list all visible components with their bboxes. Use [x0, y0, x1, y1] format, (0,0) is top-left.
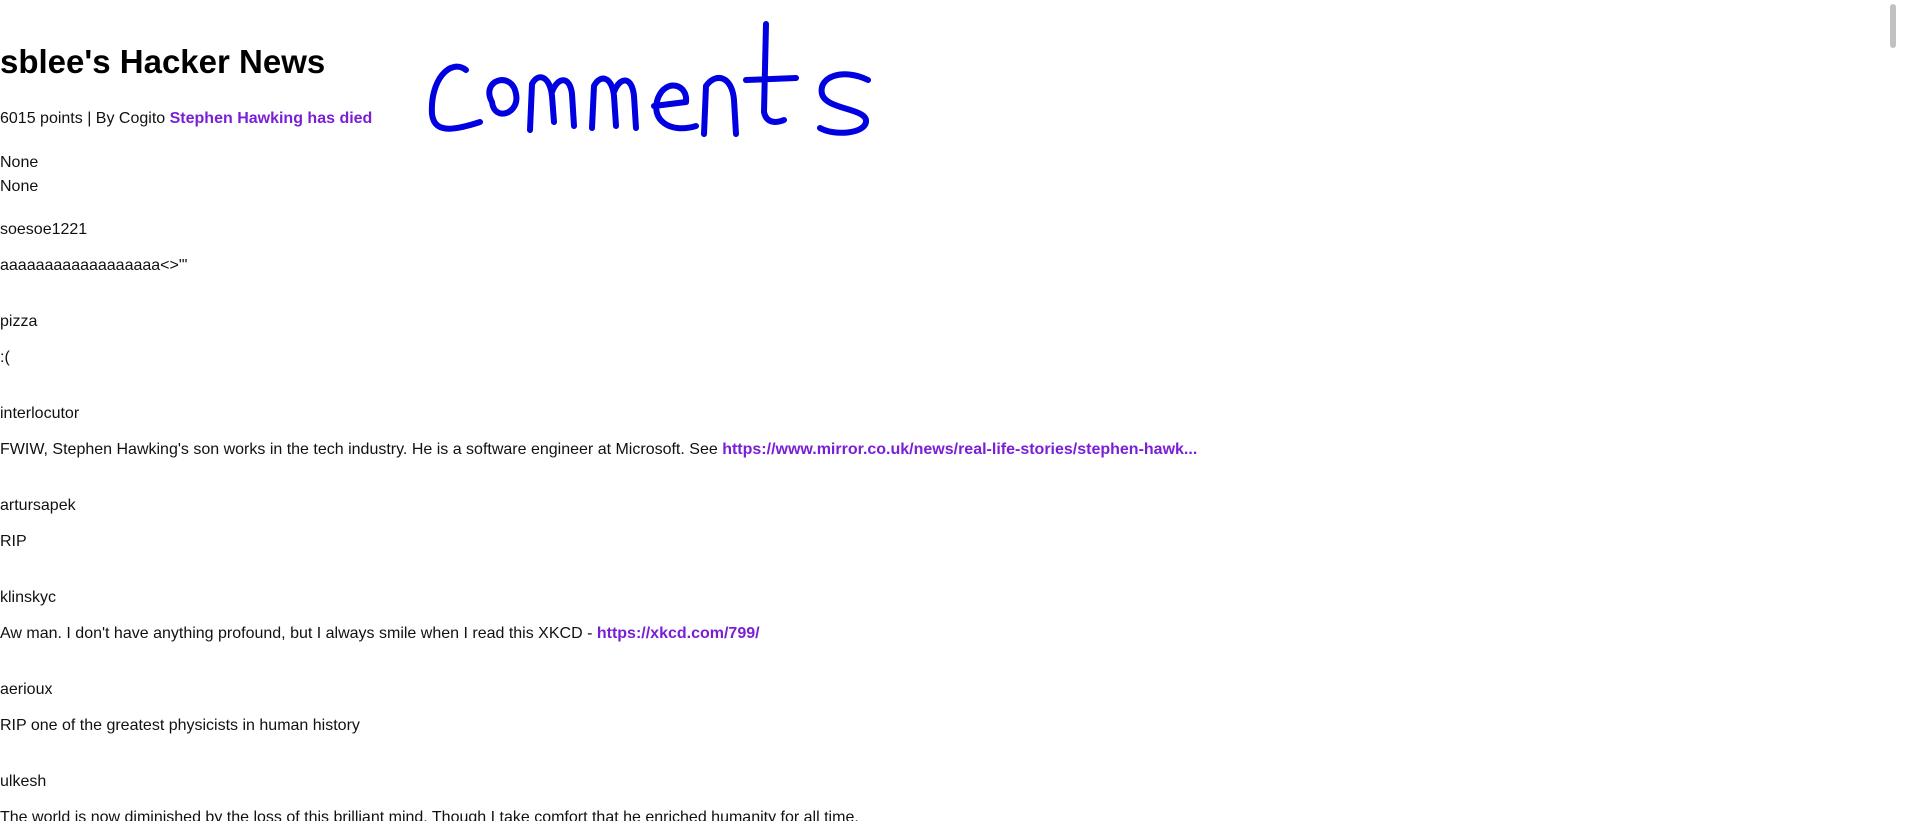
comment-list: soesoe1221 aaaaaaaaaaaaaaaaaa<>"' pizza … — [0, 218, 1880, 821]
comment-link[interactable]: https://xkcd.com/799/ — [597, 625, 760, 642]
comment-author: ulkesh — [0, 773, 47, 790]
scrollbar-thumb[interactable] — [1890, 4, 1896, 48]
comment-author: soesoe1221 — [0, 221, 88, 238]
comment-body: RIP — [0, 533, 27, 550]
story-body-line: None — [0, 178, 39, 195]
comment: pizza :( — [0, 310, 1880, 402]
comment-text: RIP — [0, 530, 27, 554]
story-body: None None — [0, 151, 38, 199]
comment-author: artursapek — [0, 497, 76, 514]
comment: soesoe1221 aaaaaaaaaaaaaaaaaa<>"' — [0, 218, 1880, 310]
by-label: By — [95, 110, 115, 127]
comment-author: interlocutor — [0, 405, 80, 422]
comment-body: RIP one of the greatest physicists in hu… — [0, 717, 360, 734]
comment-body: :( — [0, 349, 10, 366]
page: sblee's Hacker News 6015 points | By Cog… — [0, 0, 1900, 821]
comment: ulkesh The world is now diminished by th… — [0, 770, 1880, 821]
ink-strokes — [428, 21, 871, 137]
comment: interlocutor FWIW, Stephen Hawking's son… — [0, 402, 1880, 494]
comment-link[interactable]: https://www.mirror.co.uk/news/real-life-… — [722, 441, 1197, 458]
comment-body: aaaaaaaaaaaaaaaaaa<>"' — [0, 257, 188, 274]
comment-body: Aw man. I don't have anything profound, … — [0, 625, 597, 642]
story-title-link[interactable]: Stephen Hawking has died — [170, 110, 373, 127]
comment-text: aaaaaaaaaaaaaaaaaa<>"' — [0, 254, 188, 278]
story-body-line: None — [0, 154, 39, 171]
story-points: 6015 points — [0, 110, 83, 127]
handwritten-comments-annotation — [428, 21, 871, 137]
comment-text: FWIW, Stephen Hawking's son works in the… — [0, 438, 1197, 462]
story-meta: 6015 points | By Cogito Stephen Hawking … — [0, 108, 372, 130]
comment-text: RIP one of the greatest physicists in hu… — [0, 714, 360, 738]
comment-text: :( — [0, 346, 10, 370]
comment: artursapek RIP — [0, 494, 1880, 586]
comment-body: The world is now diminished by the loss … — [0, 809, 859, 821]
comment: klinskyc Aw man. I don't have anything p… — [0, 586, 1880, 678]
comment-author: klinskyc — [0, 589, 57, 606]
comment-author: pizza — [0, 313, 38, 330]
vertical-scrollbar[interactable] — [1884, 0, 1900, 821]
story-author: Cogito — [118, 110, 166, 127]
comment-text: Aw man. I don't have anything profound, … — [0, 622, 760, 646]
meta-separator: | — [87, 110, 92, 127]
comment: aerioux RIP one of the greatest physicis… — [0, 678, 1880, 770]
page-title: sblee's Hacker News — [0, 43, 326, 80]
comment-author: aerioux — [0, 681, 53, 698]
comment-body: FWIW, Stephen Hawking's son works in the… — [0, 441, 723, 458]
comment-text: The world is now diminished by the loss … — [0, 806, 859, 821]
